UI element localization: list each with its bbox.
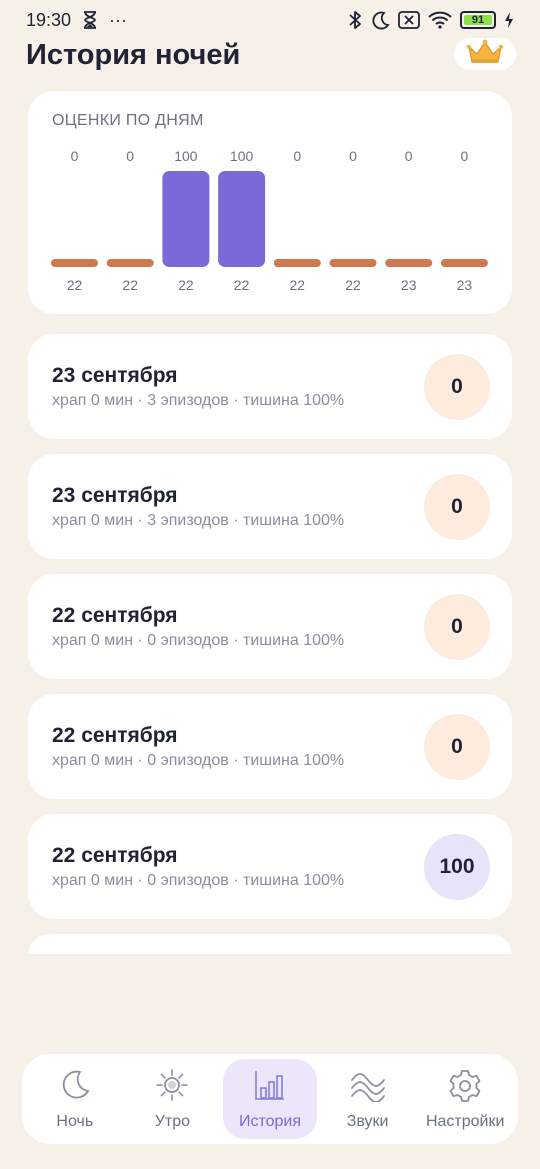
- night-card[interactable]: 22 сентября храп 0 мин · 0 эпизодов · ти…: [28, 694, 512, 799]
- list-scroll-edge: [0, 954, 540, 1054]
- chart-bar: [329, 259, 377, 267]
- status-bar: 19:30 ··· 91: [0, 0, 540, 40]
- crown-icon: [466, 39, 504, 70]
- chart-category-label: 22: [345, 277, 361, 293]
- wifi-icon: [428, 11, 452, 29]
- chart-category-label: 22: [67, 277, 83, 293]
- status-more-dots: ···: [109, 9, 128, 30]
- night-card[interactable]: 22 сентября храп 0 мин · 0 эпизодов · ти…: [28, 574, 512, 679]
- chart-value-label: 0: [349, 148, 357, 164]
- scores-bar-chart: 0 22 0 22 100 22 100 22 0 22 0 22 0 23 0 23: [51, 148, 488, 293]
- moon-icon: [370, 10, 390, 30]
- chart-bar: [218, 171, 266, 267]
- chart-category-label: 22: [178, 277, 194, 293]
- night-date: 23 сентября: [52, 484, 178, 507]
- waves-icon: [350, 1068, 386, 1107]
- nav-label: Ночь: [56, 1112, 94, 1130]
- chart-bar: [106, 259, 154, 267]
- gear-icon: [448, 1068, 482, 1107]
- bluetooth-icon: [348, 10, 362, 30]
- moon-icon: [58, 1068, 92, 1107]
- night-stats: храп 0 мин · 3 эпизодов · тишина 100%: [52, 512, 345, 529]
- chart-bar: [273, 259, 321, 267]
- score-badge: 0: [424, 594, 490, 660]
- chart-bar: [440, 259, 488, 267]
- night-card[interactable]: 22 сентября храп 0 мин · 0 эпизодов · ти…: [28, 814, 512, 919]
- page-title: История ночей: [26, 39, 241, 71]
- chart-bar: [162, 171, 210, 267]
- nav-item-sounds[interactable]: Звуки: [321, 1059, 415, 1139]
- night-stats: храп 0 мин · 0 эпизодов · тишина 100%: [52, 872, 345, 889]
- night-date: 22 сентября: [52, 604, 178, 627]
- nav-item-settings[interactable]: Настройки: [418, 1059, 512, 1139]
- chart-bar: [385, 259, 433, 267]
- night-card[interactable]: 23 сентября храп 0 мин · 3 эпизодов · ти…: [28, 454, 512, 559]
- chart-value-label: 100: [174, 148, 198, 164]
- sim-off-icon: [398, 11, 420, 29]
- chart-category-label: 22: [290, 277, 306, 293]
- nav-label: История: [238, 1112, 301, 1130]
- night-stats: храп 0 мин · 0 эпизодов · тишина 100%: [52, 632, 345, 649]
- score-badge: 100: [424, 834, 490, 900]
- nav-item-history[interactable]: История: [222, 1059, 317, 1139]
- header: История ночей: [26, 36, 516, 76]
- charging-icon: [504, 11, 514, 29]
- chart-value-label: 0: [461, 148, 469, 164]
- night-date: 22 сентября: [52, 844, 178, 867]
- score-badge: 0: [424, 354, 490, 420]
- night-date: 23 сентября: [52, 364, 178, 387]
- sun-icon: [155, 1068, 189, 1107]
- bar-chart-icon: [253, 1068, 287, 1107]
- night-card[interactable]: 23 сентября храп 0 мин · 3 эпизодов · ти…: [28, 334, 512, 439]
- hourglass-icon: [83, 11, 97, 29]
- nav-item-morning[interactable]: Утро: [125, 1059, 219, 1139]
- chart-category-label: 22: [234, 277, 250, 293]
- battery-level: 91: [471, 14, 485, 26]
- nav-item-night[interactable]: Ночь: [28, 1059, 122, 1139]
- chart-value-label: 0: [71, 148, 79, 164]
- bottom-navigation: Ночь Утро История Звуки Настройки: [22, 1054, 518, 1144]
- score-badge: 0: [424, 474, 490, 540]
- chart-category-label: 23: [457, 277, 473, 293]
- score-badge: 0: [424, 714, 490, 780]
- scores-chart-card: ОЦЕНКИ ПО ДНЯМ 0 22 0 22 100 22 100 22 0 22 0 22 0 23…: [28, 91, 512, 314]
- chart-value-label: 0: [126, 148, 134, 164]
- nav-label: Настройки: [425, 1112, 505, 1130]
- chart-category-label: 22: [122, 277, 138, 293]
- status-bar-left: 19:30 ···: [26, 10, 127, 31]
- night-stats: храп 0 мин · 0 эпизодов · тишина 100%: [52, 752, 345, 769]
- nav-label: Звуки: [346, 1112, 389, 1130]
- night-card-partial[interactable]: [28, 934, 512, 956]
- battery-icon: 91: [460, 11, 496, 29]
- chart-value-label: 0: [293, 148, 301, 164]
- night-stats: храп 0 мин · 3 эпизодов · тишина 100%: [52, 392, 345, 409]
- premium-button[interactable]: [454, 38, 516, 70]
- night-date: 22 сентября: [52, 724, 178, 747]
- nav-label: Утро: [154, 1112, 191, 1130]
- chart-value-label: 0: [405, 148, 413, 164]
- status-bar-right: 91: [348, 10, 514, 30]
- chart-category-label: 23: [401, 277, 417, 293]
- chart-bar: [51, 259, 98, 267]
- chart-value-label: 100: [230, 148, 254, 164]
- status-time: 19:30: [26, 9, 72, 30]
